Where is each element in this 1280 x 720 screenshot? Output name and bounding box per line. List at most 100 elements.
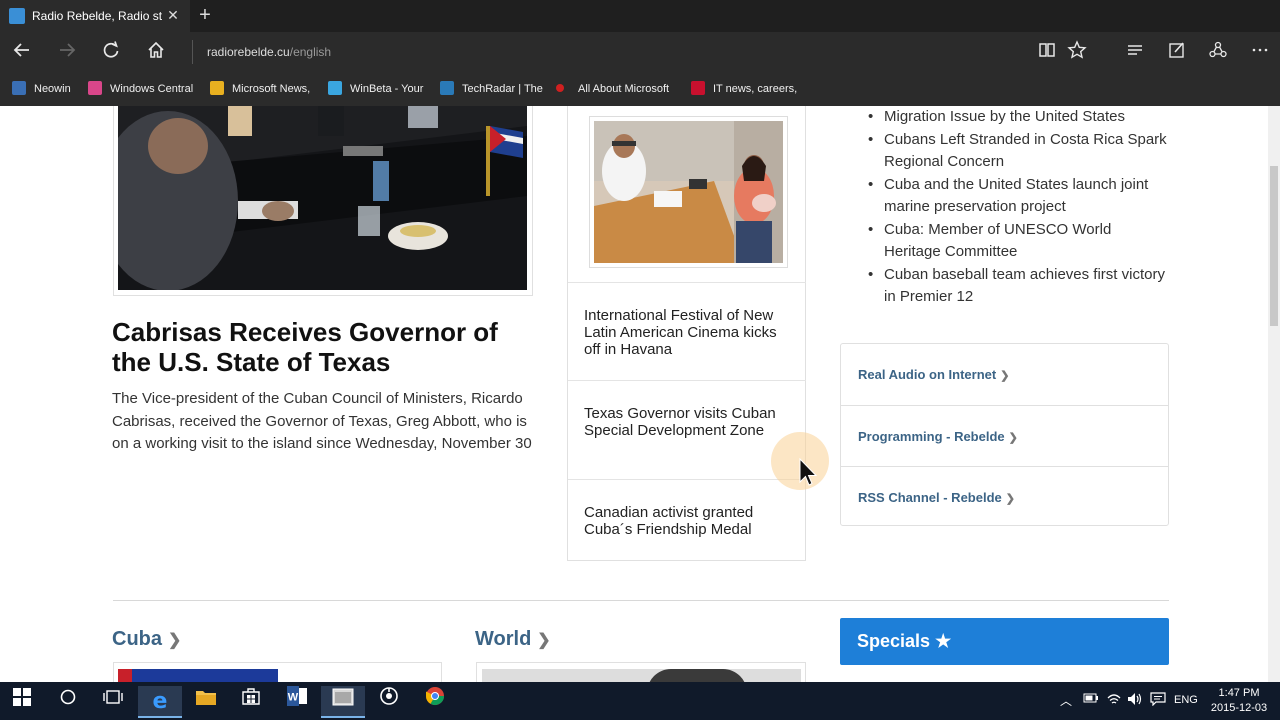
- links-box: Real Audio on Internet ❯ Programming - Re…: [840, 343, 1169, 526]
- chevron-right-icon: ❯: [168, 632, 182, 649]
- favorite-link[interactable]: Windows Central: [88, 80, 193, 98]
- edge-browser-icon[interactable]: e: [138, 686, 182, 718]
- hub-icon[interactable]: [1122, 40, 1148, 64]
- all-about-microsoft-favicon-icon: [556, 84, 564, 92]
- link-label: Programming - Rebelde: [858, 429, 1005, 444]
- word-icon[interactable]: W: [275, 686, 319, 718]
- navigation-bar: radiorebelde.cu/english: [0, 32, 1280, 72]
- home-icon[interactable]: [143, 40, 169, 64]
- section-label: Cuba: [112, 628, 162, 650]
- favorite-label: Microsoft News,: [232, 83, 311, 95]
- favorite-link[interactable]: Microsoft News,: [210, 80, 310, 98]
- world-card[interactable]: [476, 662, 806, 682]
- favorite-link[interactable]: All About Microsoft: [556, 80, 669, 98]
- flag-triangle: [118, 669, 132, 682]
- world-card-photo-detail: [647, 669, 747, 682]
- headline-list-item[interactable]: Migration Issue by the United States: [868, 106, 1168, 129]
- neowin-favicon-icon: [12, 81, 26, 95]
- favorite-link[interactable]: IT news, careers,: [691, 80, 797, 98]
- file-explorer-icon[interactable]: [184, 686, 228, 718]
- rss-channel-link[interactable]: RSS Channel - Rebelde ❯: [841, 466, 1169, 527]
- chrome-icon[interactable]: [413, 686, 457, 718]
- share-icon[interactable]: [1205, 40, 1231, 64]
- favorite-label: Neowin: [34, 83, 71, 95]
- address-bar[interactable]: radiorebelde.cu/english: [192, 40, 1012, 64]
- main-story-photo[interactable]: [118, 106, 527, 290]
- show-hidden-icons-icon[interactable]: ︿: [1060, 692, 1072, 709]
- wifi-icon[interactable]: [1106, 692, 1122, 709]
- favorite-link[interactable]: WinBeta - Your: [328, 80, 423, 98]
- browser-tab[interactable]: Radio Rebelde, Radio st ✕: [0, 0, 190, 32]
- favorite-link[interactable]: TechRadar | The: [440, 80, 543, 98]
- side-story-item[interactable]: Canadian activist granted Cuba´s Friends…: [568, 479, 806, 561]
- chevron-right-icon: ❯: [537, 632, 551, 649]
- chevron-right-icon: ❯: [1000, 370, 1010, 382]
- headline-list-item[interactable]: Cuba: Member of UNESCO World Heritage Co…: [868, 219, 1168, 264]
- tab-title: Radio Rebelde, Radio st: [32, 9, 162, 23]
- action-center-icon[interactable]: [1150, 692, 1166, 709]
- cuba-section-link[interactable]: Cuba ❯: [112, 628, 181, 651]
- favorite-label: TechRadar | The: [462, 83, 543, 95]
- svg-text:W: W: [288, 692, 299, 704]
- favorite-link[interactable]: Neowin: [12, 80, 71, 98]
- side-story-title: Canadian activist granted Cuba´s Friends…: [584, 504, 754, 538]
- screen-recorder-icon[interactable]: [321, 686, 365, 718]
- side-story-title: International Festival of New Latin Amer…: [584, 307, 777, 358]
- side-stories-box: International Festival of New Latin Amer…: [567, 106, 806, 561]
- headline-list-item[interactable]: Cuba and the United States launch joint …: [868, 174, 1168, 219]
- clock-date: 2015-12-03: [1210, 702, 1268, 714]
- back-icon[interactable]: [9, 40, 35, 64]
- headline-list-item[interactable]: Cubans Left Stranded in Costa Rica Spark…: [868, 129, 1168, 174]
- side-story-photo[interactable]: [589, 116, 788, 268]
- cuba-card[interactable]: [113, 662, 442, 682]
- link-label: RSS Channel - Rebelde: [858, 490, 1002, 505]
- media-player-icon[interactable]: [367, 686, 411, 718]
- favorite-star-icon[interactable]: [1064, 40, 1090, 64]
- refresh-icon[interactable]: [98, 40, 124, 64]
- star-icon: ★: [935, 631, 952, 651]
- close-tab-icon[interactable]: ✕: [164, 6, 182, 24]
- volume-icon[interactable]: [1127, 692, 1143, 709]
- mouse-cursor-icon: [799, 457, 819, 488]
- headline-list-item[interactable]: Cuban baseball team achieves first victo…: [868, 264, 1168, 309]
- site-favicon-icon: [9, 8, 25, 24]
- techradar-favicon-icon: [440, 81, 454, 95]
- clock[interactable]: 1:47 PM 2015-12-03: [1208, 686, 1270, 716]
- section-label: Specials: [857, 631, 931, 651]
- specials-header-button[interactable]: Specials ★: [840, 618, 1169, 665]
- main-story-headline[interactable]: Cabrisas Receives Governor of the U.S. S…: [112, 317, 532, 377]
- web-note-icon[interactable]: [1164, 40, 1190, 64]
- programming-link[interactable]: Programming - Rebelde ❯: [841, 405, 1169, 466]
- favorite-label: IT news, careers,: [713, 83, 798, 95]
- web-page: Cabrisas Receives Governor of the U.S. S…: [0, 106, 1280, 682]
- real-audio-link[interactable]: Real Audio on Internet ❯: [841, 344, 1169, 405]
- side-story-item[interactable]: International Festival of New Latin Amer…: [568, 282, 806, 380]
- windows-central-favicon-icon: [88, 81, 102, 95]
- section-label: World: [475, 628, 532, 650]
- world-section-link[interactable]: World ❯: [475, 628, 551, 651]
- main-story-summary: The Vice-president of the Cuban Council …: [112, 390, 532, 452]
- battery-icon[interactable]: [1083, 692, 1099, 707]
- favorite-label: All About Microsoft: [578, 83, 670, 95]
- taskbar: e W ︿ ENG 1:47 PM 2015-12-03: [0, 682, 1280, 720]
- clock-time: 1:47 PM: [1218, 687, 1260, 699]
- start-button[interactable]: [0, 686, 44, 718]
- chevron-right-icon: ❯: [1008, 432, 1018, 444]
- world-card-image: [482, 669, 801, 682]
- new-tab-button[interactable]: +: [194, 4, 216, 26]
- url-host: radiorebelde.cu: [207, 45, 290, 59]
- link-label: Real Audio on Internet: [858, 367, 997, 382]
- section-divider: [113, 600, 1169, 601]
- page-scrollbar[interactable]: [1268, 106, 1280, 682]
- forward-icon[interactable]: [54, 40, 80, 64]
- task-view-icon[interactable]: [91, 686, 135, 718]
- store-icon[interactable]: [229, 686, 273, 718]
- winbeta-favicon-icon: [328, 81, 342, 95]
- input-language[interactable]: ENG: [1174, 694, 1198, 706]
- headlines-list: Migration Issue by the United States Cub…: [868, 106, 1168, 309]
- chevron-right-icon: ❯: [1005, 493, 1015, 505]
- reading-view-icon[interactable]: [1034, 40, 1060, 64]
- cortana-search-icon[interactable]: [46, 686, 90, 718]
- scrollbar-thumb[interactable]: [1270, 166, 1278, 326]
- more-options-icon[interactable]: [1247, 40, 1273, 64]
